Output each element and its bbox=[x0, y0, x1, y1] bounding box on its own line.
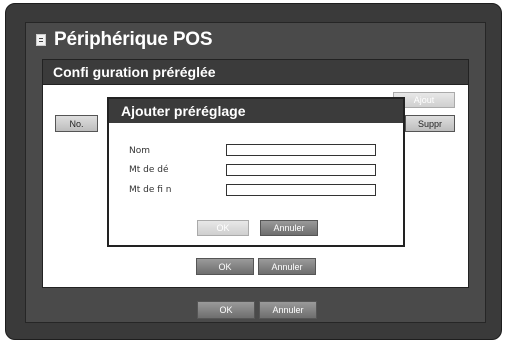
end-amount-input[interactable] bbox=[226, 184, 376, 196]
name-label: Nom bbox=[129, 146, 151, 156]
add-preset-dialog: Ajouter préréglage Nom Mt de dé Mt de fi… bbox=[107, 97, 405, 247]
preset-panel-title: Confi guration préréglée bbox=[43, 60, 468, 85]
window-title: Périphérique POS bbox=[54, 29, 213, 50]
window-title-row: Périphérique POS bbox=[36, 27, 213, 53]
dialog-title: Ajouter préréglage bbox=[109, 99, 403, 123]
delete-preset-button[interactable]: Suppr bbox=[405, 115, 455, 132]
start-amount-label: Mt de dé bbox=[129, 165, 169, 175]
preset-ok-button[interactable]: OK bbox=[196, 258, 254, 275]
end-amount-label: Mt de fi n bbox=[129, 185, 172, 195]
column-header-no: No. bbox=[55, 115, 98, 132]
name-input[interactable] bbox=[226, 144, 376, 156]
start-amount-input[interactable] bbox=[226, 164, 376, 176]
window-cancel-button[interactable]: Annuler bbox=[259, 301, 317, 319]
dialog-cancel-button[interactable]: Annuler bbox=[260, 220, 318, 236]
window-ok-button[interactable]: OK bbox=[197, 301, 255, 319]
document-icon bbox=[36, 34, 46, 46]
dialog-ok-button[interactable]: OK bbox=[197, 220, 249, 236]
preset-cancel-button[interactable]: Annuler bbox=[258, 258, 316, 275]
